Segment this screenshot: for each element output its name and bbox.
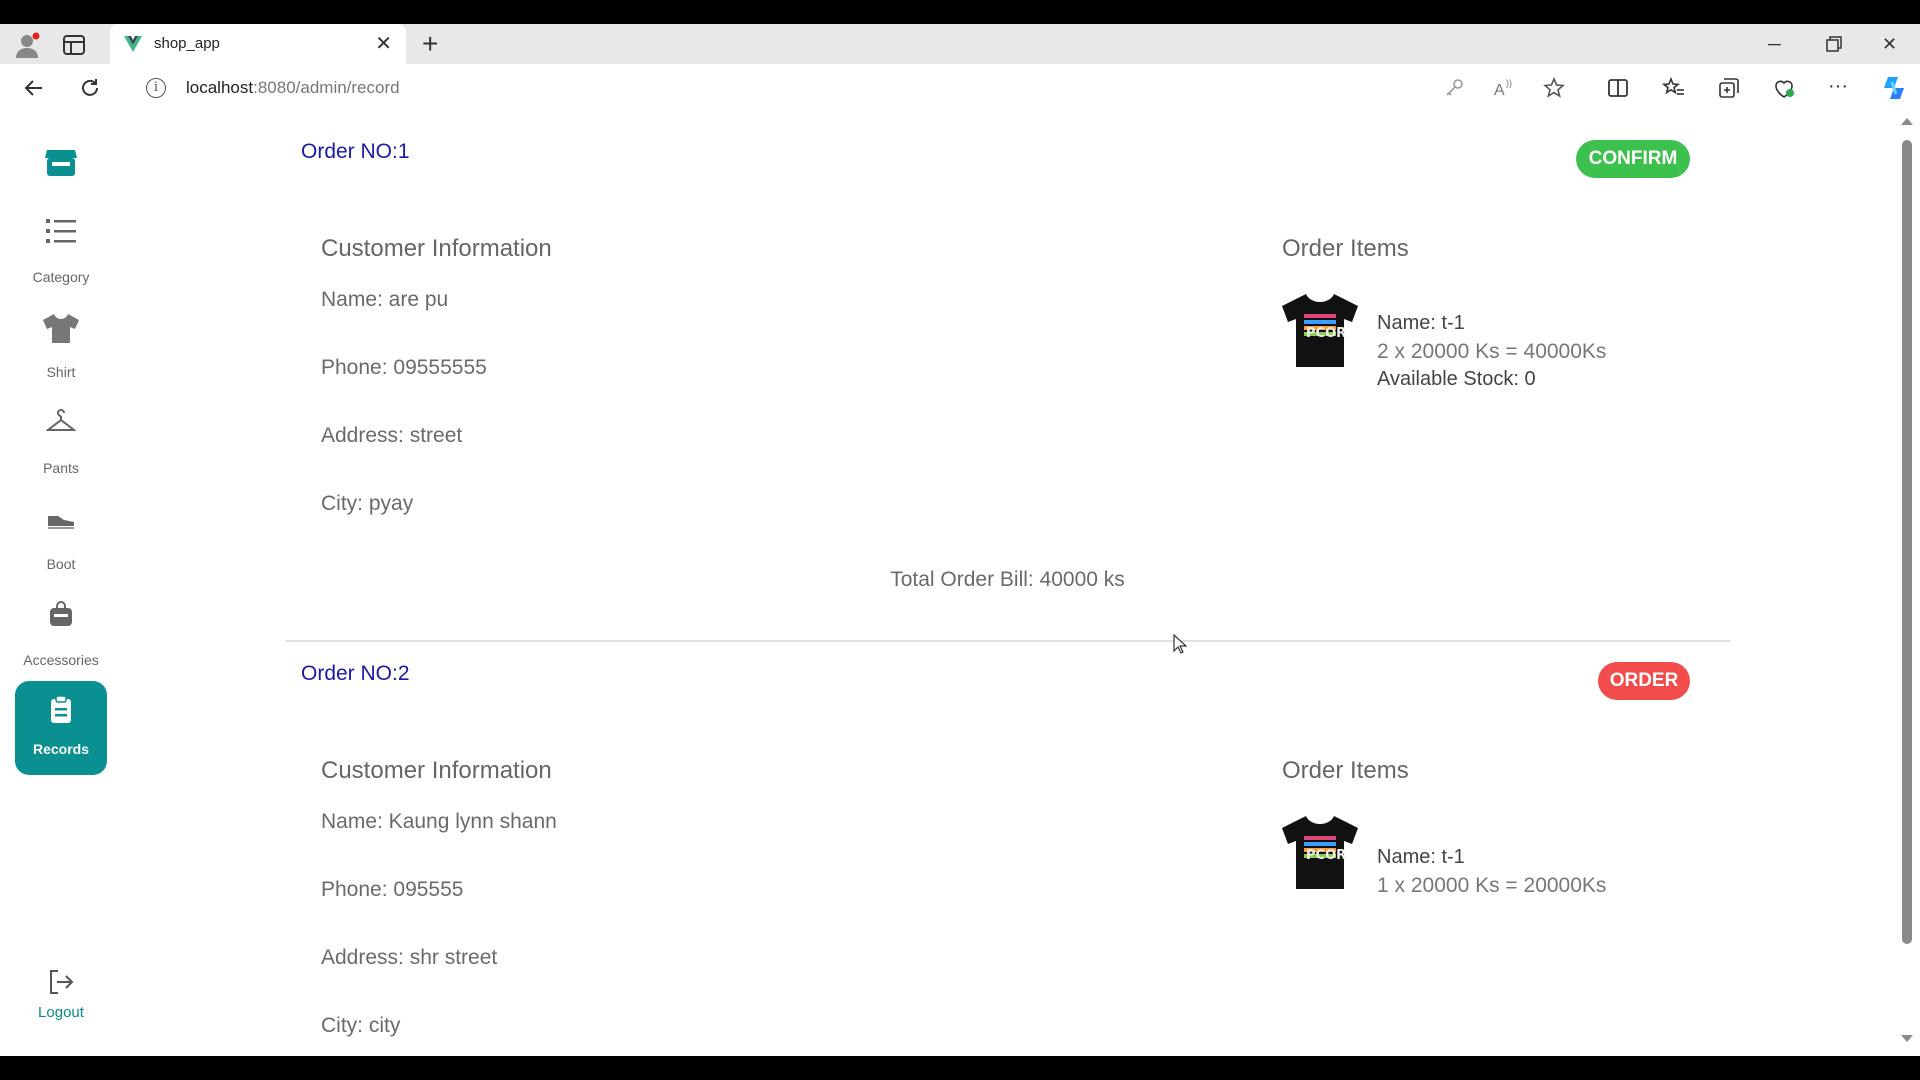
- url-text[interactable]: localhost:8080/admin/record: [186, 78, 400, 98]
- read-aloud-icon[interactable]: A )): [1492, 76, 1516, 100]
- store-logo-icon[interactable]: [44, 146, 78, 178]
- customer-name: Name: Kaung lynn shann: [321, 810, 557, 833]
- close-tab-icon[interactable]: ✕: [375, 34, 392, 54]
- scroll-up-icon[interactable]: [1901, 118, 1913, 125]
- browser-toolbar: i localhost:8080/admin/record A )) ···: [0, 64, 1920, 112]
- order-card: Order NO:1 CONFIRM Customer Information …: [285, 140, 1730, 730]
- sidebar-item-label: Records: [32, 741, 90, 757]
- new-tab-icon[interactable]: +: [422, 30, 438, 58]
- screen-top-border: [0, 0, 1920, 24]
- tshirt-product-image: PCOR: [1282, 816, 1358, 889]
- sidebar-item-shirt[interactable]: Shirt: [15, 312, 107, 406]
- logout-label: Logout: [38, 1004, 84, 1021]
- shoe-icon: [48, 516, 74, 529]
- customer-phone: Phone: 095555: [321, 878, 464, 901]
- vue-favicon-icon: [124, 36, 142, 52]
- mouse-cursor-icon: [1173, 634, 1187, 654]
- back-icon[interactable]: [22, 76, 46, 100]
- more-options-icon[interactable]: ···: [1828, 76, 1852, 100]
- order-items-title: Order Items: [1282, 235, 1409, 262]
- item-price-calc: 2 x 20000 Ks = 40000Ks: [1377, 340, 1607, 363]
- customer-city: City: pyay: [321, 492, 414, 515]
- scrollbar-thumb[interactable]: [1902, 140, 1912, 944]
- item-name: Name: t-1: [1377, 846, 1465, 868]
- browser-essentials-icon[interactable]: [1772, 76, 1796, 100]
- split-screen-icon[interactable]: [1606, 76, 1630, 100]
- sidebar-item-label: Accessories: [23, 652, 99, 668]
- item-stock: Available Stock: 0: [1377, 368, 1536, 390]
- customer-name: Name: are pu: [321, 288, 449, 311]
- favorite-star-icon[interactable]: [1542, 76, 1566, 100]
- restore-icon[interactable]: [1826, 36, 1842, 52]
- sidebar-item-label: Boot: [46, 556, 76, 572]
- list-icon: [46, 219, 76, 243]
- clipboard-icon: [51, 695, 71, 723]
- bag-icon: [50, 601, 72, 626]
- tab-actions-icon[interactable]: [62, 34, 86, 56]
- close-window-icon[interactable]: ✕: [1882, 32, 1897, 56]
- item-price-calc: 1 x 20000 Ks = 20000Ks: [1377, 874, 1607, 897]
- sidebar-item-accessories[interactable]: Accessories: [15, 600, 107, 694]
- customer-info-title: Customer Information: [321, 235, 552, 262]
- address-bar[interactable]: i localhost:8080/admin/record: [146, 72, 1446, 104]
- customer-phone: Phone: 09555555: [321, 356, 487, 379]
- order-number: Order NO:2: [301, 662, 410, 685]
- page-viewport: Category Shirt Pants Boot Accessories Re…: [0, 112, 1920, 1056]
- svg-text:A: A: [1494, 82, 1505, 99]
- order-items-title: Order Items: [1282, 757, 1409, 784]
- screen-bottom-border: [0, 1056, 1920, 1080]
- copilot-icon[interactable]: [1880, 74, 1908, 102]
- sidebar-item-label: Pants: [43, 460, 79, 476]
- shirt-icon: [43, 314, 79, 343]
- sidebar-item-category[interactable]: Category: [15, 217, 107, 311]
- site-info-icon[interactable]: i: [146, 78, 166, 98]
- customer-city: City: city: [321, 1014, 401, 1037]
- minimize-icon[interactable]: ─: [1768, 32, 1781, 56]
- admin-sidebar: Category Shirt Pants Boot Accessories Re…: [0, 112, 122, 1056]
- sidebar-item-label: Category: [32, 269, 90, 285]
- order-card: Order NO:2 ORDER Customer Information Na…: [285, 662, 1730, 1056]
- scroll-down-icon[interactable]: [1901, 1035, 1913, 1042]
- browser-tab[interactable]: shop_app ✕: [110, 24, 406, 64]
- collections-icon[interactable]: [1717, 76, 1741, 100]
- order-status-button[interactable]: ORDER: [1598, 662, 1690, 700]
- item-name: Name: t-1: [1377, 312, 1465, 334]
- order-divider: [285, 640, 1730, 642]
- tshirt-product-image: PCOR: [1282, 294, 1358, 367]
- sidebar-item-boot[interactable]: Boot: [15, 504, 107, 598]
- hanger-icon: [46, 409, 76, 431]
- order-number: Order NO:1: [301, 140, 410, 163]
- customer-address: Address: street: [321, 424, 463, 447]
- order-total: Total Order Bill: 40000 ks: [890, 568, 1125, 591]
- favorites-icon[interactable]: [1662, 76, 1686, 100]
- sidebar-item-pants[interactable]: Pants: [15, 408, 107, 502]
- profile-icon[interactable]: [14, 32, 42, 60]
- customer-info-title: Customer Information: [321, 757, 552, 784]
- sidebar-item-records[interactable]: Records: [15, 681, 107, 775]
- svg-text:)): )): [1506, 78, 1512, 88]
- logout-icon: [50, 970, 74, 994]
- page-scrollbar[interactable]: [1896, 112, 1920, 1056]
- browser-tab-strip: shop_app ✕ + ─ ✕: [0, 24, 1920, 64]
- svg-text:PCOR: PCOR: [1306, 848, 1346, 863]
- sidebar-item-label: Shirt: [46, 364, 76, 380]
- tab-title: shop_app: [154, 35, 220, 52]
- key-icon[interactable]: [1442, 76, 1466, 100]
- customer-address: Address: shr street: [321, 946, 498, 969]
- refresh-icon[interactable]: [78, 76, 102, 100]
- confirm-status-button[interactable]: CONFIRM: [1576, 140, 1690, 178]
- logout-button[interactable]: Logout: [15, 968, 107, 1056]
- svg-text:PCOR: PCOR: [1306, 326, 1346, 341]
